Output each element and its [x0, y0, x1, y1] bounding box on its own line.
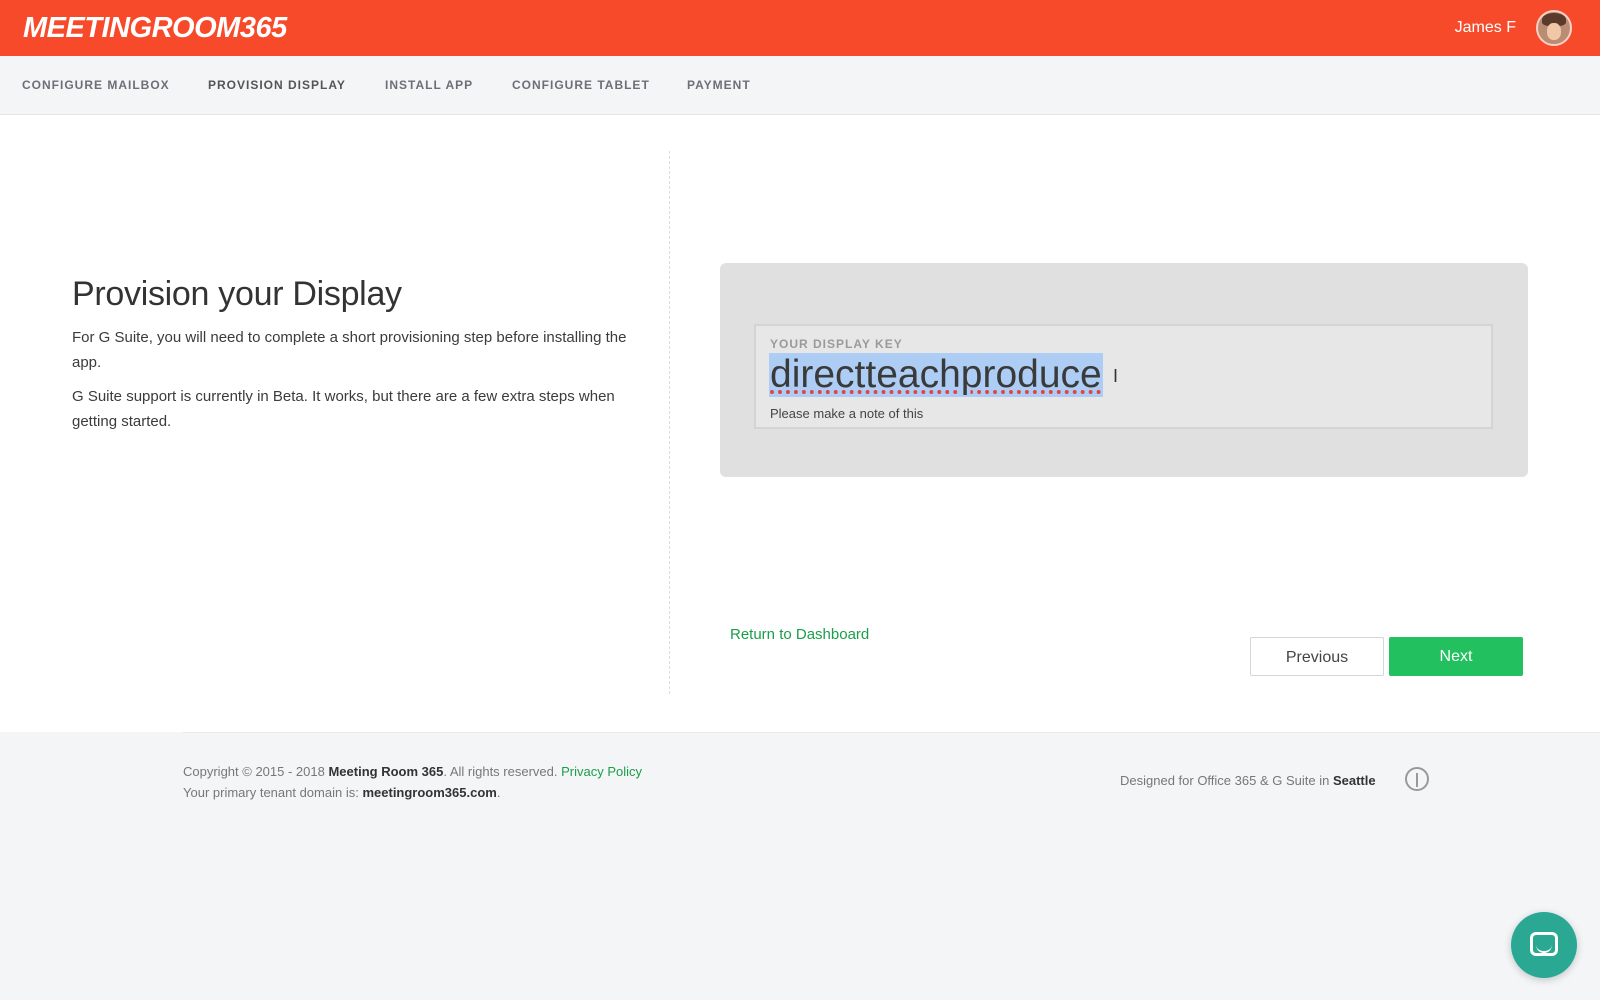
intro-paragraph: For G Suite, you will need to complete a…: [72, 329, 627, 371]
display-key-panel: YOUR DISPLAY KEY directteachproduce I Pl…: [720, 263, 1528, 477]
avatar-face: [1547, 23, 1561, 40]
page-title: Provision your Display: [72, 275, 402, 313]
beta-paragraph: G Suite support is currently in Beta. It…: [72, 388, 615, 430]
space-needle-icon: [1405, 767, 1429, 791]
text-cursor-icon: I: [1113, 366, 1119, 386]
main-content: Provision your Display For G Suite, you …: [0, 115, 1600, 732]
step-configure-mailbox[interactable]: CONFIGURE MAILBOX: [22, 56, 170, 114]
rights-text: . All rights reserved.: [443, 764, 558, 779]
chat-launcher-button[interactable]: [1511, 912, 1577, 978]
privacy-policy-link[interactable]: Privacy Policy: [561, 764, 642, 779]
copyright-text: Copyright © 2015 - 2018: [183, 764, 325, 779]
steps-nav: CONFIGURE MAILBOX PROVISION DISPLAY INST…: [0, 56, 1600, 115]
designed-city: Seattle: [1332, 773, 1376, 788]
footer-tenant: Your primary tenant domain is: meetingro…: [183, 785, 500, 800]
app-logo[interactable]: MEETINGROOM365: [23, 11, 287, 45]
top-bar: MEETINGROOM365 James F: [0, 0, 1600, 56]
designed-text: Designed for Office 365 & G Suite in: [1120, 773, 1330, 788]
step-payment[interactable]: PAYMENT: [687, 56, 751, 114]
footer-divider: [183, 732, 1600, 733]
return-to-dashboard-link[interactable]: Return to Dashboard: [730, 626, 869, 643]
step-install-app[interactable]: INSTALL APP: [385, 56, 473, 114]
display-key-value[interactable]: directteachproduce: [769, 353, 1103, 397]
tenant-suffix: .: [496, 785, 501, 800]
column-divider: [669, 151, 670, 694]
next-button[interactable]: Next: [1389, 637, 1523, 676]
previous-button[interactable]: Previous: [1250, 637, 1384, 676]
company-name: Meeting Room 365: [328, 764, 444, 779]
tenant-domain: meetingroom365.com: [362, 785, 497, 800]
avatar[interactable]: [1536, 10, 1572, 46]
tenant-text: Your primary tenant domain is:: [183, 785, 359, 800]
step-provision-display[interactable]: PROVISION DISPLAY: [208, 56, 346, 114]
user-name[interactable]: James F: [1455, 0, 1516, 56]
display-key-label: YOUR DISPLAY KEY: [770, 337, 903, 351]
step-configure-tablet[interactable]: CONFIGURE TABLET: [512, 56, 650, 114]
display-key-field[interactable]: YOUR DISPLAY KEY directteachproduce I Pl…: [754, 324, 1493, 429]
footer-designed: Designed for Office 365 & G Suite in Sea…: [1120, 773, 1376, 788]
footer-copyright: Copyright © 2015 - 2018 Meeting Room 365…: [183, 764, 642, 779]
display-key-note: Please make a note of this: [770, 406, 924, 421]
